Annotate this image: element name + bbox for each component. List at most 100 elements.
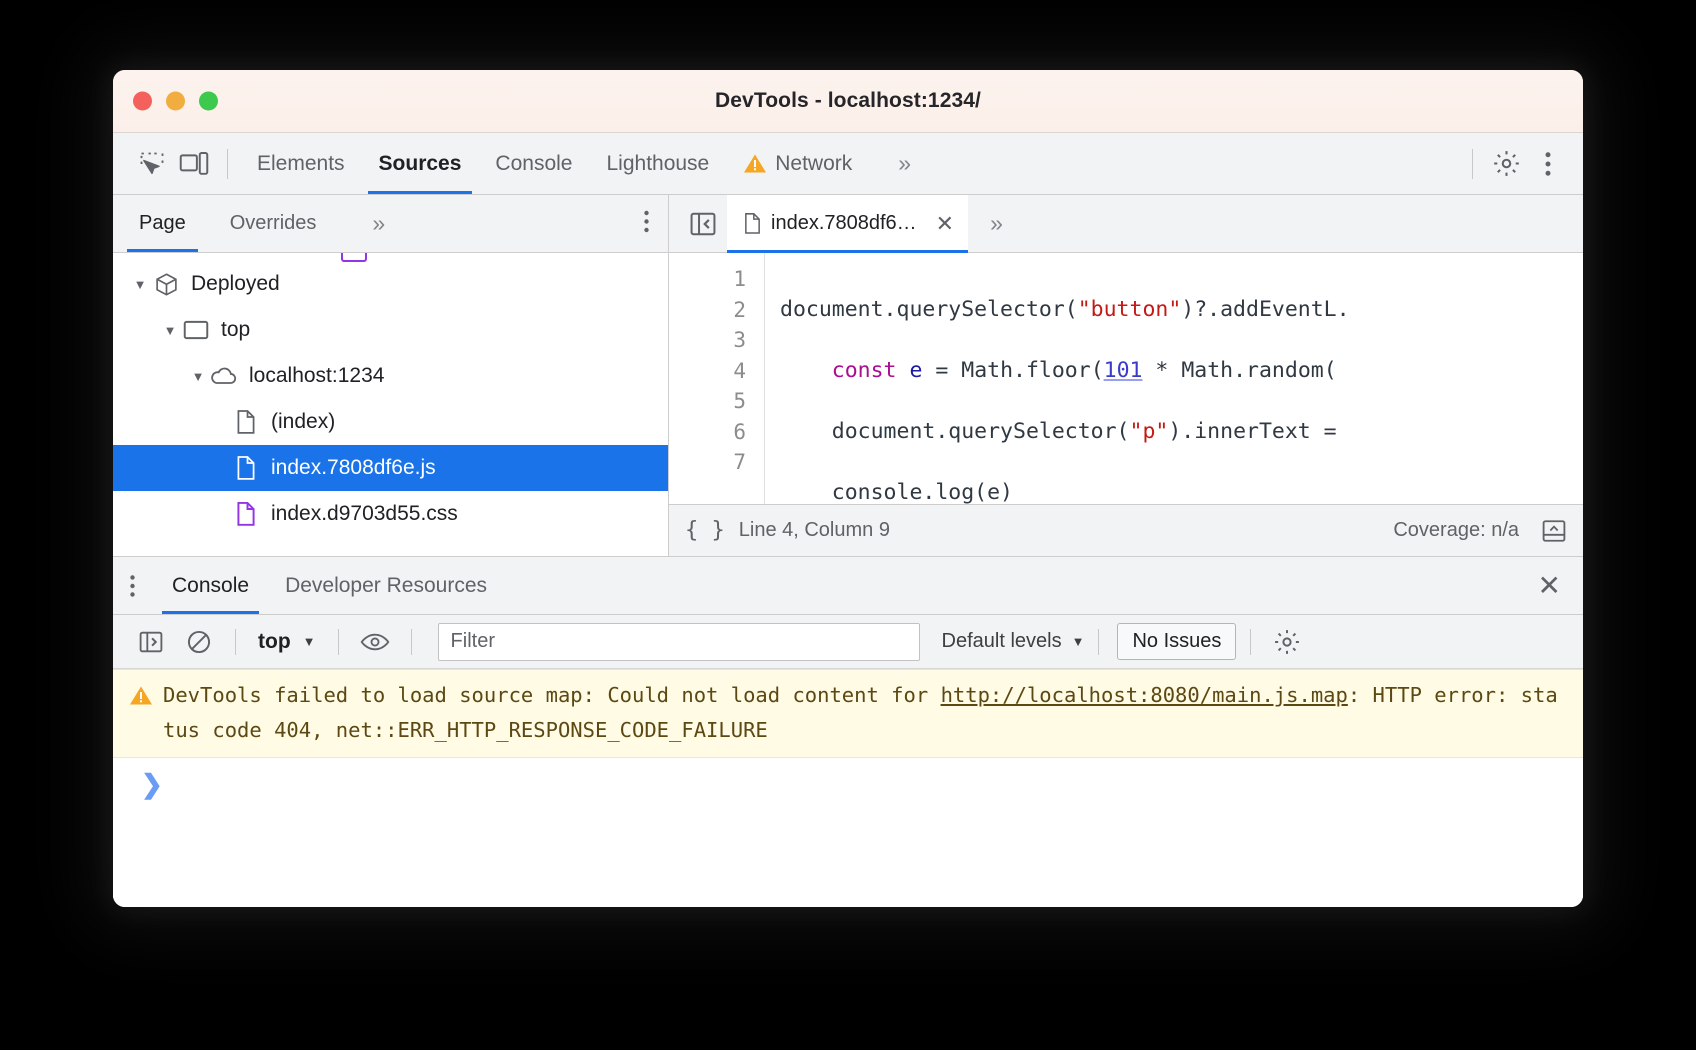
live-expression-icon[interactable] — [353, 622, 397, 662]
chevron-double-right-icon: » — [898, 150, 911, 176]
tab-network[interactable]: Network — [726, 133, 869, 194]
show-navigator-icon[interactable] — [679, 210, 727, 238]
close-icon[interactable]: ✕ — [1538, 569, 1561, 602]
console-sidebar-icon[interactable] — [129, 622, 173, 662]
line-number: 1 — [733, 267, 746, 291]
window-controls[interactable] — [133, 91, 218, 111]
editor-more-tabs-button[interactable]: » — [968, 210, 1020, 237]
tab-elements-label: Elements — [257, 151, 345, 175]
drawer-tab-developer-resources[interactable]: Developer Resources — [267, 557, 505, 614]
execution-context-selector[interactable]: top ▼ — [250, 630, 324, 654]
chevron-down-icon: ▼ — [1071, 634, 1085, 649]
tab-lighthouse[interactable]: Lighthouse — [589, 133, 726, 194]
tab-console[interactable]: Console — [478, 133, 589, 194]
tree-item-top-label: top — [221, 318, 251, 341]
close-icon[interactable]: ✕ — [936, 211, 954, 237]
toolbar-divider — [227, 148, 228, 179]
stylesheet-folder-stub-icon — [341, 253, 367, 262]
string-token: "p" — [1129, 418, 1169, 444]
tab-lighthouse-label: Lighthouse — [606, 151, 710, 175]
tab-sources[interactable]: Sources — [362, 133, 479, 194]
kebab-menu-icon[interactable] — [1527, 143, 1569, 185]
string-token: "button" — [1077, 296, 1182, 322]
close-window-button[interactable] — [133, 91, 152, 111]
stylesheet-icon — [231, 501, 261, 527]
line-number: 7 — [733, 450, 746, 474]
editor-tab-label: index.7808df6… — [771, 212, 917, 234]
warning-triangle-icon — [743, 153, 767, 174]
frame-icon — [181, 319, 211, 341]
navigator-tab-overrides[interactable]: Overrides — [208, 195, 339, 252]
code-content[interactable]: document.querySelector("button")?.addEve… — [765, 253, 1583, 505]
chevron-double-right-icon: » — [990, 210, 1003, 236]
editor-pane: index.7808df6… ✕ » 1 2 3 4 5 6 7 documen… — [669, 195, 1583, 556]
tree-item-index-css[interactable]: index.d9703d55.css — [113, 491, 668, 537]
warning-triangle-icon — [129, 685, 153, 711]
code-editor[interactable]: 1 2 3 4 5 6 7 document.querySelector("bu… — [669, 253, 1583, 504]
console-message-list[interactable]: DevTools failed to load source map: Coul… — [113, 669, 1583, 907]
keyword-token: const — [831, 357, 897, 383]
line-number: 5 — [733, 389, 746, 413]
clear-console-icon[interactable] — [177, 622, 221, 662]
console-message-warning[interactable]: DevTools failed to load source map: Coul… — [113, 669, 1583, 758]
issues-button[interactable]: No Issues — [1117, 623, 1237, 660]
zoom-window-button[interactable] — [199, 91, 218, 111]
navigator-menu-icon[interactable] — [643, 209, 650, 238]
devtools-window: DevTools - localhost:1234/ Elements Sour… — [113, 70, 1583, 907]
console-filter-input[interactable]: Filter — [437, 622, 920, 661]
twisty-icon[interactable]: ▼ — [187, 369, 209, 384]
sources-panel: Page Overrides » ▼ Deployed ▼ top ▼ loca… — [113, 195, 1583, 557]
navigator-tab-page[interactable]: Page — [117, 195, 208, 252]
tree-item-index-html[interactable]: (index) — [113, 399, 668, 445]
tab-elements[interactable]: Elements — [240, 133, 362, 194]
tree-item-localhost-label: localhost:1234 — [249, 364, 385, 387]
identifier-token: e — [909, 357, 923, 383]
code-line: document.querySelector("button")?.addEve… — [780, 296, 1350, 322]
navigator-pane: Page Overrides » ▼ Deployed ▼ top ▼ loca… — [113, 195, 669, 556]
log-level-selector[interactable]: Default levels ▼ — [942, 630, 1085, 653]
chevron-double-right-icon: » — [372, 210, 385, 236]
tree-item-top[interactable]: ▼ top — [113, 307, 668, 353]
gear-icon[interactable] — [1485, 143, 1527, 185]
execution-context-value: top — [258, 629, 291, 653]
drawer-tab-console-label: Console — [172, 573, 250, 597]
source-map-url-link[interactable]: http://localhost:8080/main.js.map — [941, 683, 1348, 707]
chevron-down-icon: ▼ — [302, 634, 316, 649]
editor-tab-index-js[interactable]: index.7808df6… ✕ — [727, 195, 969, 253]
twisty-icon[interactable]: ▼ — [129, 277, 151, 292]
drawer-tab-developer-resources-label: Developer Resources — [285, 573, 487, 597]
toolbar-divider — [410, 628, 412, 655]
show-drawer-icon[interactable] — [1541, 518, 1567, 544]
toolbar-divider — [1098, 628, 1100, 655]
line-number: 6 — [733, 419, 746, 444]
panel-tab-list: Elements Sources Console Lighthouse Netw… — [240, 133, 935, 194]
pretty-print-icon[interactable]: { } — [685, 518, 725, 543]
console-prompt[interactable]: ❯ — [113, 758, 1583, 810]
minimize-window-button[interactable] — [166, 91, 185, 111]
twisty-icon[interactable]: ▼ — [159, 323, 181, 338]
tree-item-deployed[interactable]: ▼ Deployed — [113, 261, 668, 307]
navigator-tabbar: Page Overrides » — [113, 195, 668, 253]
device-toolbar-icon[interactable] — [173, 143, 215, 185]
navigator-more-tabs-button[interactable]: » — [338, 195, 414, 252]
file-tree[interactable]: ▼ Deployed ▼ top ▼ localhost:1234 (index… — [113, 253, 668, 556]
line-number: 2 — [733, 297, 746, 322]
drawer-tab-console[interactable]: Console — [154, 557, 267, 614]
editor-tabbar: index.7808df6… ✕ » — [669, 195, 1583, 253]
document-icon — [743, 212, 762, 235]
tree-item-index-js[interactable]: index.7808df6e.js — [113, 445, 668, 491]
window-titlebar: DevTools - localhost:1234/ — [113, 70, 1583, 133]
document-icon — [231, 455, 261, 481]
console-filter-placeholder: Filter — [450, 630, 495, 652]
tab-sources-label: Sources — [378, 151, 462, 175]
cursor-position: Line 4, Column 9 — [738, 519, 890, 541]
drawer-panel: Console Developer Resources ✕ top ▼ Filt… — [113, 557, 1583, 907]
inspect-element-icon[interactable] — [131, 143, 173, 185]
tree-item-index-html-label: (index) — [271, 410, 336, 433]
tree-item-localhost[interactable]: ▼ localhost:1234 — [113, 353, 668, 399]
gear-icon[interactable] — [1265, 622, 1309, 662]
toolbar-divider-right — [1472, 148, 1473, 179]
drawer-menu-icon[interactable] — [129, 574, 136, 598]
tree-item-deployed-label: Deployed — [191, 272, 280, 295]
more-panels-button[interactable]: » — [869, 133, 935, 194]
